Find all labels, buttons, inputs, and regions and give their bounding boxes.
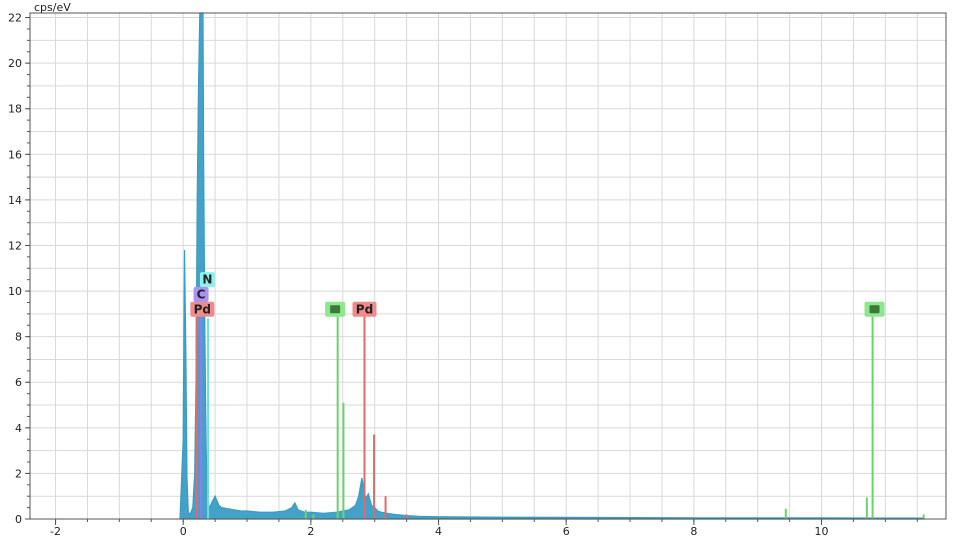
y-axis-unit-label: cps/eV [34,1,71,14]
eds-spectrum-chart: NCPd Pd -2 0 2 4 6 8 10 0246810121416182022 cps… [0,0,955,540]
x-tick-label: -2 [50,525,61,538]
y-tick-label: 18 [8,103,22,116]
element-marker-label: N [202,273,212,287]
x-tick-label: 10 [815,525,829,538]
y-tick-label: 10 [8,285,22,298]
plot-background [0,0,955,540]
y-tick-label: 14 [8,194,22,207]
element-marker-label: Pd [356,302,373,316]
x-tick-label: 8 [690,525,697,538]
x-tick-label: 4 [435,525,442,538]
x-tick-label: 0 [180,525,187,538]
element-marker-glyph [330,305,341,314]
y-tick-label: 6 [15,376,22,389]
y-tick-label: 8 [15,331,22,344]
y-tick-label: 4 [15,422,22,435]
y-tick-label: 0 [15,513,22,526]
x-tick-label: 6 [563,525,570,538]
y-tick-label: 20 [8,57,22,70]
element-marker-label: Pd [194,302,211,316]
element-marker-glyph [869,305,880,314]
y-tick-label: 16 [8,148,22,161]
y-tick-label: 22 [8,12,22,25]
y-tick-label: 12 [8,239,22,252]
y-tick-label: 2 [15,467,22,480]
x-tick-label: 2 [307,525,314,538]
element-marker-label: C [197,287,206,301]
